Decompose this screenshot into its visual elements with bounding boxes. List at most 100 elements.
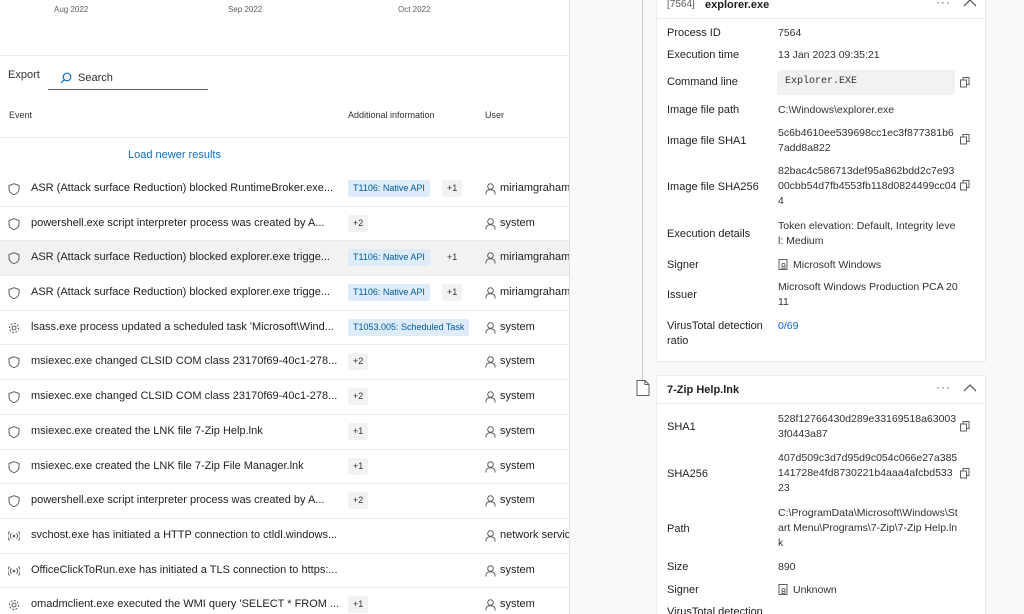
event-title[interactable]: powershell.exe script interpreter proces… <box>31 217 341 229</box>
table-row[interactable]: ASR (Attack surface Reduction) blocked e… <box>0 241 569 277</box>
export-button[interactable]: Export <box>8 69 40 81</box>
gear-icon <box>9 600 19 611</box>
file-icon <box>636 380 650 396</box>
field-value: 13 Jan 2023 09:35:21 <box>778 49 880 61</box>
field-value: Unknown <box>778 583 958 598</box>
user-name[interactable]: system <box>500 564 569 576</box>
table-row[interactable]: powershell.exe script interpreter proces… <box>0 484 569 519</box>
field-value: Microsoft Windows <box>778 258 958 273</box>
signer-value: Microsoft Windows <box>793 259 882 271</box>
shield-icon <box>8 391 20 404</box>
field-value: 82bac4c586713def95a862bdd2c7e9300cbb54d7… <box>778 165 957 207</box>
timeline-chart[interactable]: Aug 2022 Sep 2022 Oct 2022 <box>0 0 569 56</box>
event-title[interactable]: powershell.exe script interpreter proces… <box>31 494 341 506</box>
certificate-icon <box>778 584 788 595</box>
table-row[interactable]: svchost.exe has initiated a HTTP connect… <box>0 519 569 554</box>
table-row[interactable]: OfficeClickToRun.exe has initiated a TLS… <box>0 554 569 589</box>
more-info-count-badge[interactable]: +2 <box>348 214 369 232</box>
user-name[interactable]: system <box>500 390 569 402</box>
event-title[interactable]: msiexec.exe created the LNK file 7-Zip F… <box>31 460 341 472</box>
shield-icon <box>8 425 20 438</box>
column-header-additional-info[interactable]: Additional information <box>348 110 435 130</box>
command-line-value: Explorer.EXE <box>785 76 858 87</box>
more-info-count-badge[interactable]: +2 <box>348 388 369 406</box>
file-card-header[interactable]: 7-Zip Help.lnk ··· <box>657 376 987 404</box>
copy-icon[interactable] <box>960 468 970 479</box>
user-name[interactable]: system <box>500 598 569 610</box>
more-options-icon[interactable]: ··· <box>936 380 951 394</box>
copy-icon[interactable] <box>960 180 970 191</box>
shield-icon <box>8 460 20 473</box>
event-title[interactable]: msiexec.exe created the LNK file 7-Zip H… <box>31 425 341 437</box>
copy-icon[interactable] <box>960 77 970 88</box>
table-row[interactable]: lsass.exe process updated a scheduled ta… <box>0 311 569 346</box>
shield-icon <box>8 252 20 265</box>
table-row[interactable]: msiexec.exe changed CLSID COM class 2317… <box>0 380 569 415</box>
mitre-technique-tag[interactable]: T1106: Native API <box>348 180 430 197</box>
user-icon <box>485 564 496 577</box>
user-name[interactable]: miriamgraham <box>500 286 569 298</box>
search-box[interactable] <box>48 66 208 90</box>
network-icon <box>8 531 20 541</box>
more-info-count-badge[interactable]: +1 <box>442 284 463 302</box>
mitre-technique-tag[interactable]: T1106: Native API <box>348 249 430 267</box>
table-row[interactable]: powershell.exe script interpreter proces… <box>0 207 569 242</box>
field-label: Signer <box>667 584 699 596</box>
copy-icon[interactable] <box>960 421 970 432</box>
event-title[interactable]: ASR (Attack surface Reduction) blocked R… <box>31 182 341 194</box>
event-title[interactable]: ASR (Attack surface Reduction) blocked e… <box>31 286 341 298</box>
more-info-count-badge[interactable]: +1 <box>442 180 463 197</box>
user-name[interactable]: network service <box>500 529 569 541</box>
event-title[interactable]: lsass.exe process updated a scheduled ta… <box>31 321 341 333</box>
search-input[interactable] <box>78 69 203 87</box>
more-info-count-badge[interactable]: +1 <box>348 457 369 475</box>
table-row[interactable]: ASR (Attack surface Reduction) blocked R… <box>0 172 569 207</box>
user-name[interactable]: miriamgraham <box>500 182 569 194</box>
mitre-technique-tag[interactable]: T1053.005: Scheduled Task <box>348 318 470 336</box>
user-name[interactable]: system <box>500 217 569 229</box>
table-row[interactable]: omadmclient.exe executed the WMI query '… <box>0 588 569 614</box>
more-info-count-badge[interactable]: +1 <box>348 596 369 614</box>
user-icon <box>485 321 496 334</box>
command-line-box[interactable]: Explorer.EXE <box>777 70 955 95</box>
chevron-up-icon[interactable] <box>963 0 977 8</box>
column-header-event[interactable]: Event <box>9 110 32 130</box>
more-info-count-badge[interactable]: +1 <box>348 422 369 440</box>
user-name[interactable]: system <box>500 460 569 472</box>
user-name[interactable]: system <box>500 494 569 506</box>
process-tree-line <box>642 0 643 380</box>
field-label: VirusTotal detection <box>667 606 763 614</box>
event-title[interactable]: OfficeClickToRun.exe has initiated a TLS… <box>31 564 341 576</box>
user-name[interactable]: miriamgraham <box>500 251 569 263</box>
field-value: 407d509c3d7d95d9c054c066e27a385141728e4f… <box>778 452 958 494</box>
event-title[interactable]: svchost.exe has initiated a HTTP connect… <box>31 529 341 541</box>
mitre-technique-tag[interactable]: T1106: Native API <box>348 284 430 302</box>
shield-icon <box>8 287 20 300</box>
more-info-count-badge[interactable]: +1 <box>442 249 463 267</box>
process-card-title: explorer.exe <box>705 0 770 11</box>
chevron-up-icon[interactable] <box>963 383 977 393</box>
copy-icon[interactable] <box>960 134 970 145</box>
load-newer-results-link[interactable]: Load newer results <box>128 149 221 161</box>
process-card-header[interactable]: [7564] explorer.exe ··· <box>657 0 987 19</box>
virustotal-ratio-link[interactable]: 0/69 <box>778 319 958 334</box>
table-row[interactable]: msiexec.exe created the LNK file 7-Zip H… <box>0 415 569 450</box>
event-title[interactable]: ASR (Attack surface Reduction) blocked e… <box>31 251 341 263</box>
field-value: Microsoft Windows Production PCA 2011 <box>778 281 958 308</box>
event-title[interactable]: omadmclient.exe executed the WMI query '… <box>31 598 341 610</box>
event-title[interactable]: msiexec.exe changed CLSID COM class 2317… <box>31 355 341 367</box>
field-value: 528f12766430d289e33169518a630033f0443a87 <box>778 413 957 440</box>
user-name[interactable]: system <box>500 355 569 367</box>
event-title[interactable]: msiexec.exe changed CLSID COM class 2317… <box>31 390 341 402</box>
column-header-user[interactable]: User <box>485 110 504 130</box>
more-info-count-badge[interactable]: +2 <box>348 353 369 371</box>
table-row[interactable]: msiexec.exe changed CLSID COM class 2317… <box>0 345 569 381</box>
process-pid-label: [7564] <box>667 0 695 10</box>
more-options-icon[interactable]: ··· <box>936 0 951 9</box>
user-name[interactable]: system <box>500 321 569 333</box>
more-info-count-badge[interactable]: +2 <box>348 492 369 510</box>
field-label: VirusTotal detection ratio <box>667 320 763 347</box>
user-name[interactable]: system <box>500 425 569 437</box>
table-row[interactable]: msiexec.exe created the LNK file 7-Zip F… <box>0 450 569 485</box>
table-row[interactable]: ASR (Attack surface Reduction) blocked e… <box>0 276 569 311</box>
